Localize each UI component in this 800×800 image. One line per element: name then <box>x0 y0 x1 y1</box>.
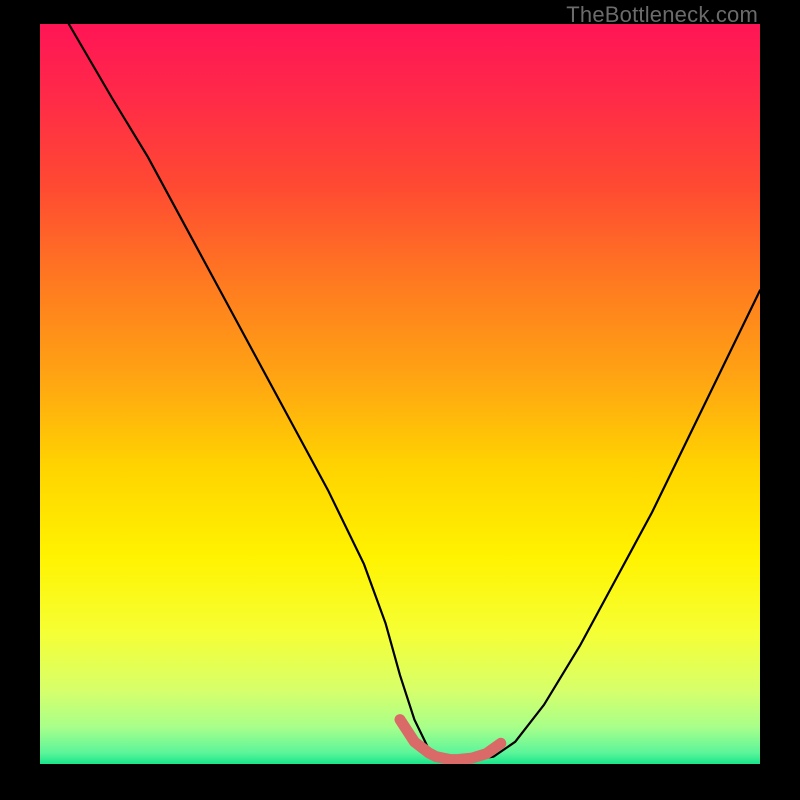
plot-area <box>40 24 760 764</box>
trough-highlight <box>400 720 501 760</box>
bottleneck-curve <box>69 24 760 760</box>
curve-layer <box>40 24 760 764</box>
chart-frame: TheBottleneck.com <box>0 0 800 800</box>
